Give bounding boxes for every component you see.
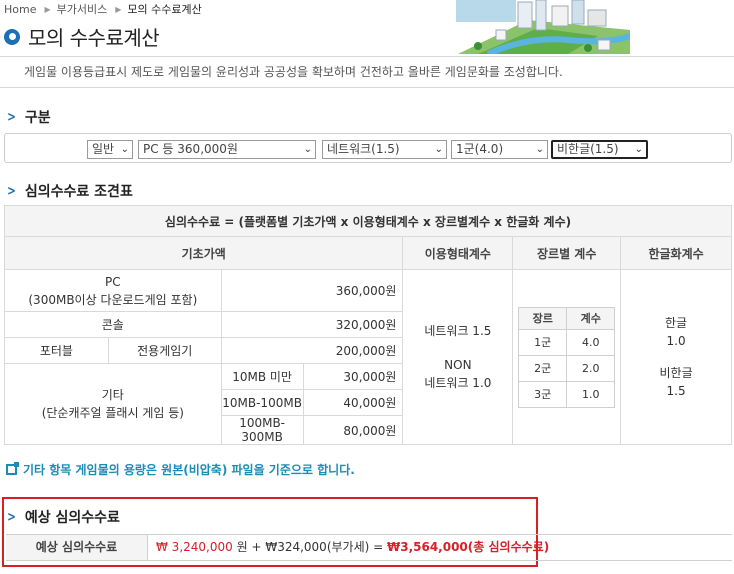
estimate-won-unit: 원 + [236, 540, 266, 554]
other-label: 기타 [101, 388, 124, 402]
genre-head: 장르 [518, 306, 568, 330]
other-size-2: 10MB-100MB [220, 389, 304, 416]
usage-select[interactable]: 네트워크(1.5) ⌄ [322, 140, 447, 159]
nonkorean-value: 1.5 [666, 384, 686, 398]
section-estimate-label: 예상 심의수수료 [24, 510, 120, 526]
header-genre: 장르별 계수 [512, 236, 622, 270]
section-category-title: > 구분 [6, 107, 51, 127]
nonkorean-label: 비한글 [659, 366, 693, 380]
estimate-total: ₩3,564,000(총 심의수수료) [386, 540, 550, 554]
usage-select-value: 네트워크(1.5) [327, 142, 400, 156]
usage-values-cell: 네트워크 1.5 NON 네트워크 1.0 [402, 269, 514, 445]
other-price-1: 30,000원 [302, 363, 404, 390]
page-title: 모의 수수료계산 [28, 26, 160, 50]
pc-price: 360,000원 [220, 269, 404, 312]
other-price-2: 40,000원 [302, 389, 404, 416]
breadcrumb: Home ▶ 부가서비스 ▶ 모의 수수료계산 [4, 1, 202, 17]
usage-non-network: 네트워크 1.0 [424, 376, 492, 390]
breadcrumb-chevron-icon: ▶ [115, 4, 122, 14]
breadcrumb-home[interactable]: Home [4, 3, 36, 16]
type-select-value: 일반 [92, 142, 115, 156]
pc-label: PC [105, 274, 121, 289]
section-category-label: 구분 [24, 110, 51, 126]
pc-sublabel: (300MB이상 다운로드게임 포함) [28, 292, 198, 307]
breadcrumb-parent[interactable]: 부가서비스 [57, 1, 108, 17]
note-icon [6, 462, 19, 475]
coef-2: 2.0 [566, 354, 616, 382]
other-size-1: 10MB 미만 [220, 363, 304, 390]
header-korean: 한글화계수 [620, 236, 732, 270]
other-sublabel: (단순캐주얼 플래시 게임 등) [41, 406, 184, 420]
coef-head: 계수 [566, 306, 616, 330]
chevron-right-icon: > [7, 509, 16, 525]
page-title-wrap: 모의 수수료계산 [4, 22, 160, 51]
coef-1: 4.0 [566, 328, 616, 356]
portable-label: 포터블 [4, 337, 109, 364]
chevron-down-icon: ⌄ [303, 144, 312, 155]
formula-cell: 심의수수료 = (플랫폼별 기초가액 x 이용형태계수 x 장르별계수 x 한글… [4, 205, 732, 237]
genre-select[interactable]: 1군(4.0) ⌄ [451, 140, 548, 159]
city-illustration [448, 0, 630, 54]
chevron-right-icon: > [7, 183, 16, 199]
other-price-3: 80,000원 [302, 415, 404, 445]
korean-values-cell: 한글 1.0 비한글 1.5 [620, 269, 732, 445]
header-base: 기초가액 [3, 236, 404, 270]
genre-2: 2군 [518, 354, 568, 382]
estimate-value: ₩ 3,240,000 원 + ₩324,000(부가세) = ₩3,564,0… [148, 535, 549, 560]
fee-table: 심의수수료 = (플랫폼별 기초가액 x 이용형태계수 x 장르별계수 x 한글… [3, 205, 732, 445]
usage-non: NON [444, 358, 472, 372]
genre-1: 1군 [518, 328, 568, 356]
title-bullet-icon [4, 28, 20, 45]
platform-select-value: PC 등 360,000원 [143, 142, 238, 156]
type-select[interactable]: 일반 ⌄ [87, 140, 133, 159]
estimate-label: 예상 심의수수료 [6, 535, 148, 560]
estimate-base-fee: ₩ 3,240,000 [156, 540, 233, 554]
notice-text: 게임물 이용등급표시 제도로 게임물의 윤리성과 공공성을 확보하며 건전하고 … [0, 56, 734, 88]
localization-select-value: 비한글(1.5) [557, 142, 619, 156]
chevron-down-icon: ⌄ [535, 144, 544, 155]
console-label: 콘솔 [4, 311, 222, 338]
estimate-vat: ₩324,000(부가세) = [265, 540, 387, 554]
korean-label: 한글 [665, 316, 688, 330]
portable-sublabel: 전용게임기 [107, 337, 222, 364]
chevron-down-icon: ⌄ [434, 144, 443, 155]
chevron-down-icon: ⌄ [634, 144, 643, 155]
platform-select[interactable]: PC 등 360,000원 ⌄ [138, 140, 316, 159]
breadcrumb-current: 모의 수수료계산 [127, 3, 202, 16]
coef-3: 1.0 [566, 380, 616, 408]
estimate-row: 예상 심의수수료 ₩ 3,240,000 원 + ₩324,000(부가세) =… [6, 534, 732, 561]
capacity-note-text: 기타 항목 게임물의 용량은 원본(비압축) 파일을 기준으로 합니다. [23, 463, 355, 477]
capacity-note: 기타 항목 게임물의 용량은 원본(비압축) 파일을 기준으로 합니다. [6, 461, 355, 478]
korean-value: 1.0 [666, 334, 686, 348]
portable-price: 200,000원 [220, 337, 404, 364]
genre-values-cell: 장르 계수 1군 4.0 2군 2.0 3군 1.0 [512, 269, 622, 445]
category-select-panel: 일반 ⌄ PC 등 360,000원 ⌄ 네트워크(1.5) ⌄ 1군(4.0)… [4, 133, 732, 163]
chevron-right-icon: > [7, 109, 16, 125]
header-usage: 이용형태계수 [402, 236, 514, 270]
genre-coef-table: 장르 계수 1군 4.0 2군 2.0 3군 1.0 [518, 306, 616, 408]
genre-select-value: 1군(4.0) [456, 142, 504, 156]
other-size-3: 100MB-300MB [220, 415, 304, 445]
section-estimate-title: > 예상 심의수수료 [6, 507, 120, 527]
other-label-cell: 기타 (단순캐주얼 플래시 게임 등) [4, 363, 222, 445]
pc-label-cell: PC (300MB이상 다운로드게임 포함) [4, 269, 222, 312]
section-conditions-title: > 심의수수료 조견표 [6, 181, 133, 201]
localization-select[interactable]: 비한글(1.5) ⌄ [551, 140, 648, 159]
section-conditions-label: 심의수수료 조견표 [24, 184, 133, 200]
breadcrumb-chevron-icon: ▶ [44, 4, 51, 14]
genre-3: 3군 [518, 380, 568, 408]
console-price: 320,000원 [220, 311, 404, 338]
chevron-down-icon: ⌄ [120, 144, 129, 155]
usage-network: 네트워크 1.5 [424, 324, 492, 338]
